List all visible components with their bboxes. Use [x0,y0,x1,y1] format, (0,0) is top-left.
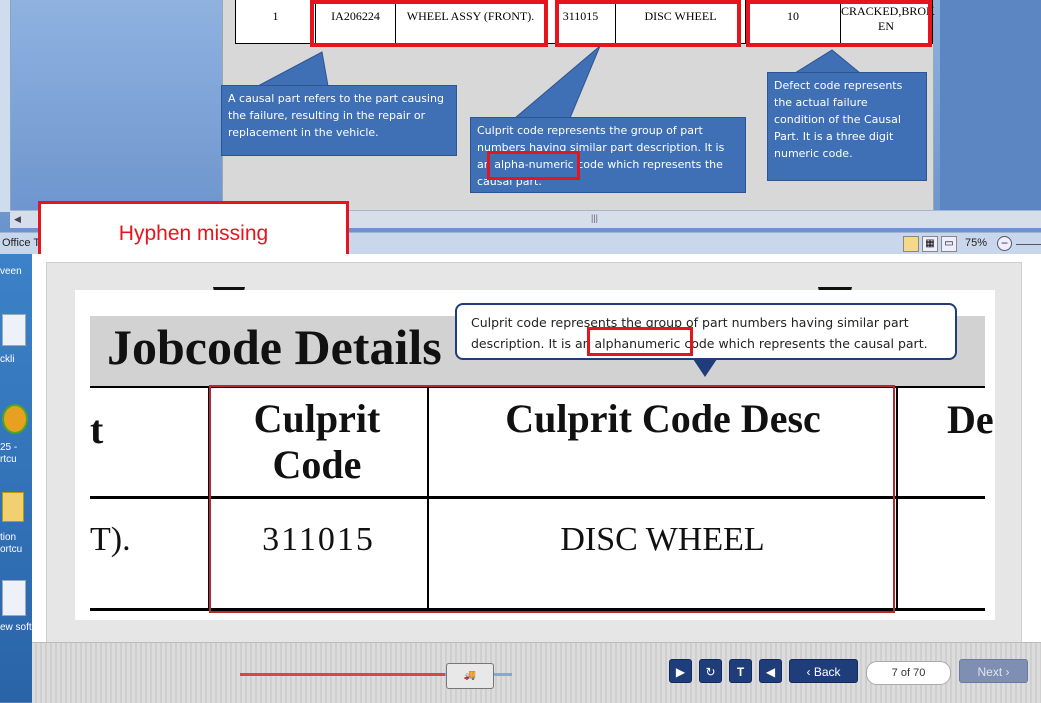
desktop-strip: veen ckli 25 - rtcu tion ortcu ew soft [0,254,32,702]
right-pane [940,0,1041,210]
next-label: Next [977,665,1003,679]
chevron-right-icon: › [1005,665,1010,679]
replay-button[interactable]: ↻ [699,659,722,683]
scroll-grip-icon[interactable]: ||| [591,213,598,223]
document-icon[interactable] [2,580,26,616]
callout-pointer [257,51,329,87]
slide-heading: Jobcode Details [107,319,442,375]
back-button[interactable]: ‹ Back [789,659,858,683]
document-icon[interactable] [2,314,26,346]
text-button[interactable]: T [729,659,752,683]
app-label: Office T [2,237,41,249]
back-label: Back [813,665,841,679]
table-cell-partial: T). [90,521,131,558]
play-button[interactable]: ▶ [669,659,692,683]
callout-pointer [513,45,601,119]
desktop-icon-label[interactable]: ew soft [0,622,32,634]
truck-icon[interactable]: 🚚 [446,663,494,689]
next-button[interactable]: Next › [959,659,1028,683]
header-cell-partial: t [90,407,104,452]
defect-code-callout: Defect code represents the actual failur… [767,72,927,181]
print-layout-icon[interactable] [903,236,919,252]
desktop-icon-label[interactable]: ckli [0,354,32,365]
zoom-out-icon[interactable]: − [997,236,1012,251]
causal-part-callout: A causal part refers to the part causing… [221,85,457,156]
highlight-box [587,327,693,356]
header-cell-partial: De [947,397,994,442]
scroll-left-icon[interactable]: ◀ [14,214,21,225]
full-screen-icon[interactable]: ▦ [922,236,938,252]
culprit-code-tooltip: Culprit code represents the group of par… [455,303,957,360]
zoom-level: 75% [965,237,988,249]
desktop-icon-label[interactable]: tion ortcu [0,532,32,556]
callout-pointer [793,49,862,74]
progress-fill [240,673,445,676]
desktop-icon-label[interactable]: 25 - rtcu [0,442,32,466]
app-icon[interactable] [2,404,28,434]
tooltip-pointer [693,359,717,377]
page-counter: 7 of 70 [866,661,951,685]
shortcut-icon[interactable] [2,492,24,522]
annotation-label: Hyphen missing [118,222,269,245]
highlight-box [487,151,580,180]
desktop-icon-label[interactable]: veen [0,266,32,277]
column-highlight [209,385,895,613]
web-layout-icon[interactable]: ▭ [941,236,957,252]
audio-button[interactable]: ◀ [759,659,782,683]
zoom-slider[interactable] [1016,244,1041,245]
chevron-left-icon: ‹ [806,665,811,679]
